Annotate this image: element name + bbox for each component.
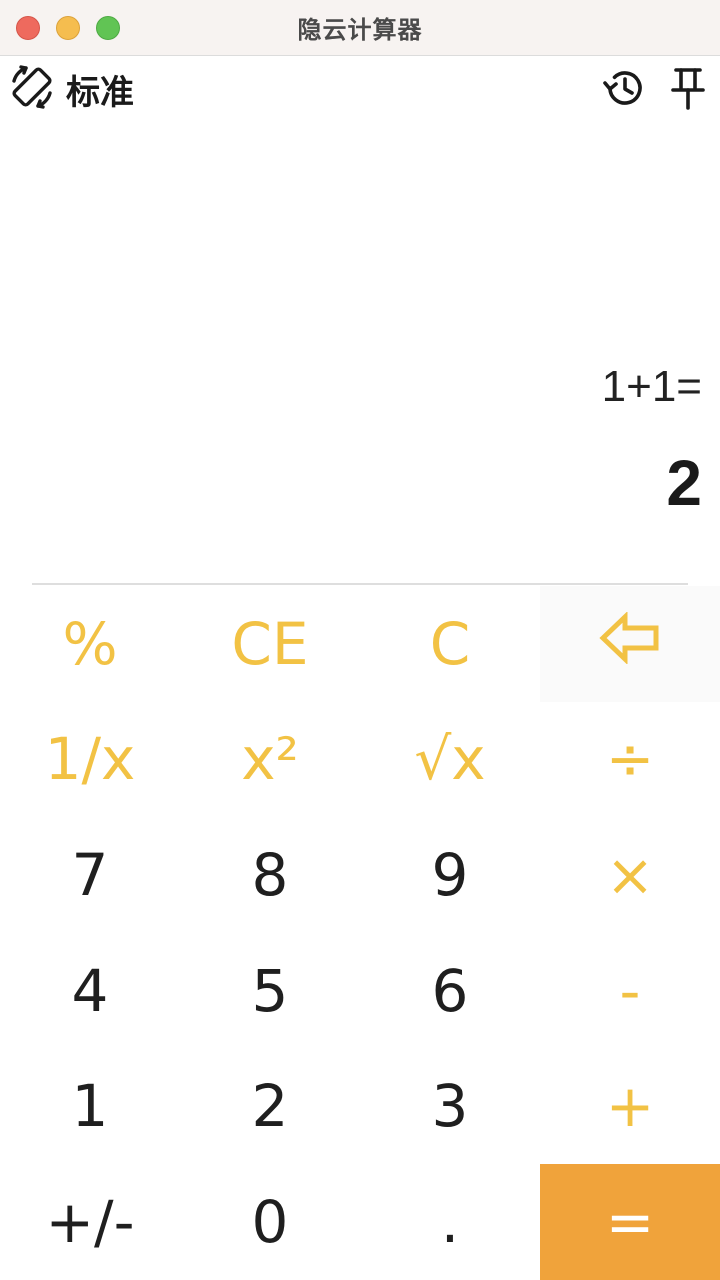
mode-label: 标准 [66,73,134,112]
percent-key[interactable]: % [0,586,180,702]
display-divider [32,583,688,585]
close-button[interactable] [16,16,40,40]
minimize-button[interactable] [56,16,80,40]
keypad: % CE C 1/x x² √x ÷ 7 8 9 × 4 5 6 - 1 2 3… [0,586,720,1280]
reciprocal-key[interactable]: 1/x [0,702,180,818]
digit-2-key[interactable]: 2 [180,1049,360,1165]
result-display: 2 [666,447,702,519]
window-controls [16,16,120,40]
plus-key[interactable]: + [540,1049,720,1165]
title-bar: 隐云计算器 [0,0,720,56]
digit-8-key[interactable]: 8 [180,817,360,933]
calculator-window: 隐云计算器 标准 1+1= 2 % CE C 1/x x² √x ÷ 7 8 9… [0,0,720,1280]
clear-key[interactable]: C [360,586,540,702]
digit-6-key[interactable]: 6 [360,933,540,1049]
toolbar: 标准 [0,58,720,120]
rotate-icon [8,63,56,116]
digit-9-key[interactable]: 9 [360,817,540,933]
history-icon [602,66,646,115]
backspace-arrow-icon [599,610,661,678]
pin-icon [668,66,708,115]
digit-3-key[interactable]: 3 [360,1049,540,1165]
history-button[interactable] [600,66,648,114]
sqrt-key[interactable]: √x [360,702,540,818]
pin-button[interactable] [664,66,712,114]
window-title: 隐云计算器 [297,17,423,44]
digit-0-key[interactable]: 0 [180,1164,360,1280]
multiply-key[interactable]: × [540,817,720,933]
square-key[interactable]: x² [180,702,360,818]
digit-5-key[interactable]: 5 [180,933,360,1049]
mode-switch-button[interactable]: 标准 [8,64,134,114]
digit-7-key[interactable]: 7 [0,817,180,933]
expression-display: 1+1= [601,362,702,411]
backspace-key[interactable] [540,586,720,702]
zoom-button[interactable] [96,16,120,40]
digit-4-key[interactable]: 4 [0,933,180,1049]
digit-1-key[interactable]: 1 [0,1049,180,1165]
clear-entry-key[interactable]: CE [180,586,360,702]
decimal-key[interactable]: . [360,1164,540,1280]
divide-key[interactable]: ÷ [540,702,720,818]
negate-key[interactable]: +/- [0,1164,180,1280]
equals-key[interactable]: = [540,1164,720,1280]
minus-key[interactable]: - [540,933,720,1049]
